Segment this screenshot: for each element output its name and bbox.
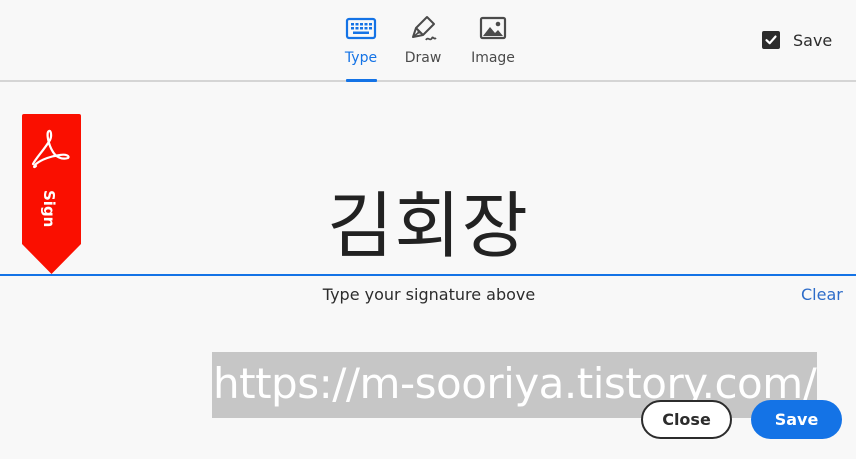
tab-type-label: Type: [344, 50, 378, 66]
signature-dialog: Type Draw Image Save Sign 김회장 Type your …: [0, 0, 856, 459]
clear-link[interactable]: Clear: [801, 285, 843, 304]
signature-hint: Type your signature above: [0, 285, 856, 304]
active-tab-indicator: [346, 79, 377, 82]
tab-type[interactable]: Type: [329, 12, 393, 82]
tab-image-label: Image: [471, 50, 515, 66]
image-icon: [479, 16, 507, 40]
checkbox-checked-icon: [762, 31, 780, 49]
tab-draw[interactable]: Draw: [391, 12, 455, 80]
tab-image[interactable]: Image: [461, 12, 525, 80]
tab-draw-label: Draw: [404, 50, 442, 66]
close-button[interactable]: Close: [641, 400, 732, 439]
save-button[interactable]: Save: [751, 400, 842, 439]
signature-hint-text: Type your signature above: [322, 285, 536, 304]
signature-baseline: [0, 274, 856, 276]
pen-icon: [412, 16, 437, 41]
signature-mode-tabbar: Type Draw Image Save: [0, 0, 856, 82]
typed-signature[interactable]: 김회장: [0, 180, 856, 272]
save-signature-checkbox[interactable]: Save: [762, 30, 832, 50]
keyboard-icon: [345, 17, 377, 40]
save-checkbox-label: Save: [793, 30, 833, 50]
